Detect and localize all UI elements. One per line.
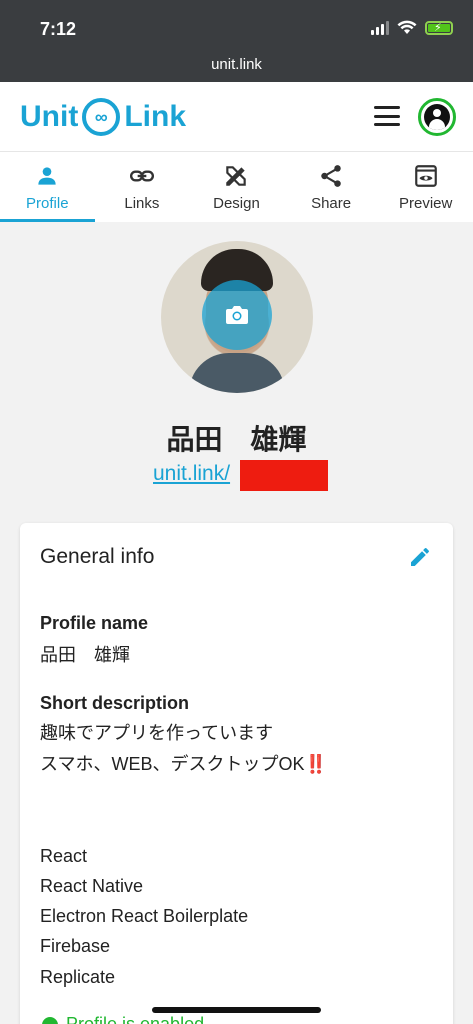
profile-url-link[interactable]: unit.link/: [153, 462, 230, 486]
account-avatar-button[interactable]: [418, 98, 456, 136]
description-line: Replicate: [40, 967, 116, 987]
camera-icon: [226, 306, 248, 324]
menu-bar: [374, 123, 400, 126]
description-line: Firebase: [40, 936, 111, 956]
tab-profile[interactable]: Profile: [0, 152, 95, 222]
description-line: Electron React Boilerplate: [40, 906, 249, 926]
tab-label: Share: [311, 194, 352, 212]
tab-preview[interactable]: Preview: [378, 152, 473, 222]
cellular-signal-icon: [371, 20, 389, 35]
browser-url-bar[interactable]: unit.link: [0, 56, 473, 82]
general-info-card: General info Profile name 品田 雄輝 Short de…: [20, 523, 453, 1024]
status-icons: ⚡: [371, 20, 453, 35]
battery-charging-icon: ⚡: [425, 20, 453, 35]
card-title: General info: [40, 545, 155, 568]
tab-label: Profile: [26, 194, 69, 212]
wifi-icon: [397, 20, 417, 34]
status-bar: 7:12 ⚡: [0, 0, 473, 58]
account-circle-icon: [424, 104, 450, 130]
infinity-logo-icon: ∞: [82, 98, 121, 136]
profile-name-label: Profile name: [40, 613, 149, 633]
tab-design[interactable]: Design: [189, 152, 284, 222]
hamburger-menu-button[interactable]: [374, 106, 400, 126]
home-indicator[interactable]: [152, 1007, 321, 1013]
profile-display-name: 品田 雄輝: [166, 424, 307, 455]
menu-bar: [374, 106, 400, 109]
tab-label: Preview: [398, 194, 453, 212]
profile-status-text: Profile is enabled: [66, 1014, 205, 1024]
tab-label: Design: [213, 194, 260, 212]
status-time: 7:12: [40, 19, 77, 39]
tab-label: Links: [124, 194, 160, 212]
status-check-icon: [42, 1017, 58, 1024]
share-icon: [321, 164, 341, 187]
profile-photo[interactable]: [161, 241, 313, 393]
menu-bar: [374, 114, 400, 118]
redacted-username: [240, 460, 328, 491]
app-header: Unit ∞ Link: [0, 82, 473, 152]
link-icon: [129, 169, 154, 182]
logo-text-left: Unit: [20, 100, 79, 133]
description-line: 趣味でアプリを作っています: [40, 723, 274, 743]
description-line: スマホ、WEB、デスクトップOK‼️: [40, 754, 327, 774]
logo-text-right: Link: [124, 100, 186, 133]
tab-links[interactable]: Links: [95, 152, 190, 222]
change-photo-button[interactable]: [202, 280, 272, 350]
description-line: React: [40, 846, 88, 866]
person-icon: [38, 166, 56, 185]
tab-share[interactable]: Share: [284, 152, 379, 222]
tab-bar: Profile Links Design Share Preview: [0, 152, 473, 222]
short-description-label: Short description: [40, 693, 190, 713]
design-tools-icon: [226, 165, 247, 186]
browser-url-text: unit.link: [211, 56, 262, 73]
preview-icon: [414, 164, 437, 187]
edit-pencil-icon[interactable]: [408, 545, 432, 569]
unitlink-logo[interactable]: Unit ∞ Link: [20, 98, 186, 136]
profile-name-value: 品田 雄輝: [40, 645, 130, 665]
description-line: React Native: [40, 876, 144, 896]
